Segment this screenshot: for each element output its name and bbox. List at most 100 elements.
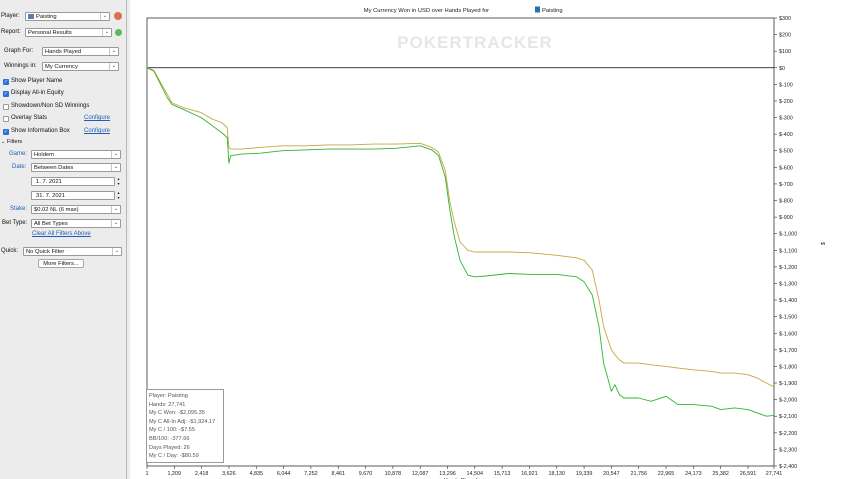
date-from-stepper-icon[interactable]: ▴ ▾ — [116, 176, 121, 186]
y-tick-label: $-500 — [779, 149, 793, 155]
x-tick-label: 3,626 — [222, 471, 236, 477]
more-filters-button[interactable]: More Filters... — [38, 259, 84, 268]
overlay-stats-checkbox[interactable] — [3, 116, 9, 122]
x-tick-label: 1,209 — [168, 471, 182, 477]
y-tick-label: $-100 — [779, 82, 793, 88]
y-tick-label: $-2,400 — [779, 464, 797, 470]
y-tick-label: $-2,000 — [779, 398, 797, 404]
x-tick-label: 27,741 — [766, 471, 783, 477]
date-filter-label: Date: — [12, 164, 27, 170]
date-from-value: 1. 7. 2021 — [36, 179, 62, 185]
pokertracker-watermark: POKERTRACKER — [397, 33, 553, 52]
overlay-stats-configure-link[interactable]: Configure — [84, 113, 110, 124]
x-tick-label: 4,835 — [250, 471, 264, 477]
y-tick-label: $-1,500 — [779, 315, 797, 321]
display-allin-equity-label: Display All-in Equity — [11, 90, 64, 96]
x-tick-label: 25,382 — [712, 471, 729, 477]
quick-filter-select[interactable]: No Quick Filter ⌄ — [23, 247, 122, 256]
info-box-configure-link[interactable]: Configure — [84, 126, 110, 137]
show-info-box-label: Show Information Box — [11, 128, 70, 134]
y-tick-label: $-1,300 — [779, 281, 797, 287]
y-tick-label: $-900 — [779, 215, 793, 221]
date-filter-value: Between Dates — [34, 165, 74, 171]
info-hands: Hands: 27,741 — [149, 401, 186, 408]
showdown-winnings-checkbox[interactable] — [3, 104, 9, 110]
report-select[interactable]: Personal Results ⌄ — [25, 28, 112, 37]
information-box: Player: Paisting Hands: 27,741 My C Won:… — [146, 389, 224, 463]
game-filter-select[interactable]: Holdem ⌄ — [31, 150, 121, 159]
x-tick-label: 10,878 — [385, 471, 402, 477]
y-tick-label: $-2,300 — [779, 447, 797, 453]
x-tick-label: 20,547 — [603, 471, 620, 477]
info-per-100: My C / 100: -$7.55 — [149, 427, 196, 434]
stake-filter-select[interactable]: $0.02 NL (6 max) ⌄ — [31, 205, 121, 214]
winnings-in-label: Winnings in: — [4, 63, 37, 69]
y-tick-label: $-300 — [779, 116, 793, 122]
x-tick-label: 13,296 — [439, 471, 456, 477]
results-graph: My Currency Won in USD over Hands Played… — [146, 6, 825, 479]
y-tick-label: $-1,200 — [779, 265, 797, 271]
bet-type-select[interactable]: All Bet Types ⌄ — [31, 219, 121, 228]
sidebar: Player: Paisting ⌄ Report: Personal Resu… — [0, 0, 127, 479]
y-tick-label: $-1,900 — [779, 381, 797, 387]
overlay-stats-label: Overlay Stats — [11, 115, 48, 121]
date-filter-select[interactable]: Between Dates ⌄ — [31, 163, 121, 172]
x-tick-label: 18,130 — [549, 471, 566, 477]
date-to-field[interactable]: 31. 7. 2021 — [31, 191, 115, 200]
chevron-down-icon: ⌄ — [109, 48, 118, 55]
date-to-stepper-icon[interactable]: ▴ ▾ — [116, 190, 121, 200]
player-icon — [28, 13, 34, 19]
winnings-in-value: My Currency — [45, 64, 78, 70]
x-tick-label: 7,252 — [304, 471, 318, 477]
chevron-down-icon: ⌄ — [102, 29, 111, 36]
chevron-down-icon: ⌄ — [100, 13, 109, 20]
info-allin-adj: My C All-In Adj: -$1,924.17 — [149, 418, 216, 425]
y-tick-label: $100 — [779, 49, 791, 55]
winnings-in-select[interactable]: My Currency ⌄ — [42, 62, 119, 71]
chart-title: My Currency Won in USD over Hands Played… — [364, 8, 489, 14]
stake-filter-label: Stake: — [10, 206, 28, 212]
y-tick-label: $-700 — [779, 182, 793, 188]
y-tick-label: $-2,100 — [779, 414, 797, 420]
chevron-down-icon: ⌄ — [111, 206, 120, 213]
report-value: Personal Results — [28, 30, 72, 36]
filters-collapse-icon[interactable]: ⌄ — [1, 138, 5, 147]
y-tick-label: $-1,600 — [779, 331, 797, 337]
game-filter-value: Holdem — [34, 152, 54, 158]
y-tick-label: $-800 — [779, 199, 793, 205]
date-from-field[interactable]: 1. 7. 2021 — [31, 177, 115, 186]
x-tick-label: 26,591 — [740, 471, 757, 477]
display-allin-equity-checkbox[interactable]: ✓ — [3, 91, 9, 97]
x-tick-label: 14,504 — [467, 471, 484, 477]
x-tick-label: 12,087 — [412, 471, 429, 477]
sidebar-divider — [126, 0, 127, 479]
show-info-box-checkbox[interactable]: ✓ — [3, 129, 9, 135]
chart-series — [146, 67, 775, 417]
y-tick-label: $300 — [779, 16, 791, 22]
y-tick-label: $-1,100 — [779, 248, 797, 254]
chevron-down-icon: ⌄ — [111, 220, 120, 227]
game-filter-label: Game: — [9, 151, 28, 157]
report-refresh-icon[interactable] — [115, 29, 122, 36]
graph-for-label: Graph For: — [4, 48, 34, 54]
x-tick-label: 1 — [146, 471, 149, 477]
y-tick-label: $0 — [779, 66, 785, 72]
filters-header: Filters — [7, 139, 23, 145]
player-avatar-icon[interactable] — [114, 12, 122, 20]
player-select[interactable]: Paisting ⌄ — [25, 12, 110, 21]
chevron-down-icon: ⌄ — [111, 164, 120, 171]
x-tick-label: 16,921 — [521, 471, 538, 477]
graph-for-select[interactable]: Hands Played ⌄ — [42, 47, 119, 56]
x-tick-label: 19,339 — [576, 471, 593, 477]
show-player-name-checkbox[interactable]: ✓ — [3, 79, 9, 85]
x-tick-label: 24,173 — [685, 471, 702, 477]
x-tick-label: 15,713 — [494, 471, 511, 477]
y-axis-label: $ — [819, 242, 825, 245]
info-won: My C Won: -$2,095.35 — [149, 410, 205, 417]
x-tick-label: 9,670 — [359, 471, 373, 477]
series-line-my-c-all-in-adj — [146, 67, 775, 388]
bet-type-label: Bet Type: — [2, 220, 28, 226]
stake-filter-value: $0.02 NL (6 max) — [34, 207, 79, 213]
chart-title-player: Paisting — [542, 8, 563, 14]
clear-filters-link[interactable]: Clear All Filters Above — [32, 229, 91, 240]
